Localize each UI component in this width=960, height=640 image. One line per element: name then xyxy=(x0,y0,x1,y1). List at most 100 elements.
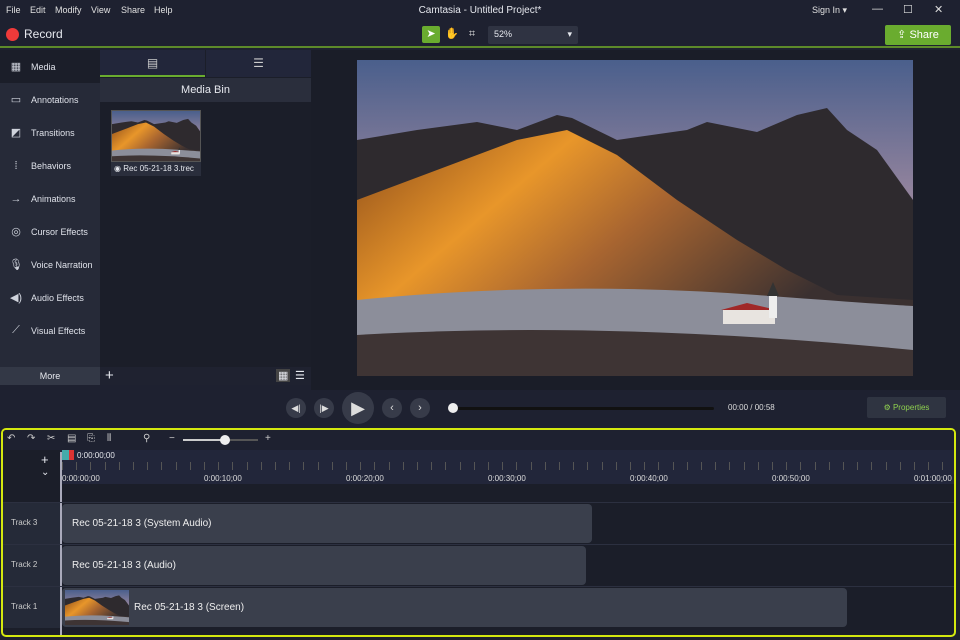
annotation-icon: ▭ xyxy=(10,94,22,106)
sidebar-item-transitions[interactable]: ◩ Transitions xyxy=(0,116,100,149)
collapse-tracks-button[interactable]: ⌄ xyxy=(41,467,49,478)
maximize-button[interactable]: ☐ xyxy=(903,3,913,16)
sidebar-item-audio-effects[interactable]: ◀) Audio Effects xyxy=(0,281,100,314)
select-tool-icon[interactable]: ➤ xyxy=(422,26,440,43)
zoom-slider-handle[interactable] xyxy=(220,435,230,445)
pan-tool-icon[interactable]: ✋ xyxy=(443,26,461,43)
tick-mark xyxy=(189,462,191,470)
tick-mark xyxy=(289,462,291,470)
redo-icon[interactable]: ↷ xyxy=(27,433,35,444)
tick-mark xyxy=(204,462,205,470)
tick-mark xyxy=(147,462,149,470)
tick-mark xyxy=(828,462,830,470)
sidebar-item-media[interactable]: ▦ Media xyxy=(0,50,100,83)
tick-mark xyxy=(118,462,120,470)
next-frame-button[interactable]: |▶ xyxy=(314,398,334,418)
tick-mark xyxy=(402,462,404,470)
track-3: Track 3 Rec 05-21-18 3 (System Audio) xyxy=(3,502,954,544)
list-view-icon[interactable]: ☰ xyxy=(295,369,305,382)
tick-mark xyxy=(800,462,802,470)
minimize-button[interactable]: — xyxy=(872,3,883,15)
tick-mark xyxy=(885,462,887,470)
sidebar-item-animations[interactable]: → Animations xyxy=(0,182,100,215)
add-track-button[interactable]: + xyxy=(41,452,49,467)
clip-audio[interactable]: Rec 05-21-18 3 (Audio) xyxy=(62,546,586,585)
grid-view-icon[interactable]: ▦ xyxy=(276,369,291,382)
sidebar-item-label: Transitions xyxy=(31,127,75,138)
previous-frame-button[interactable]: ◀| xyxy=(286,398,306,418)
canvas-image[interactable] xyxy=(357,60,913,376)
tab-library[interactable]: ☰ xyxy=(206,50,311,77)
clip-system-audio[interactable]: Rec 05-21-18 3 (System Audio) xyxy=(62,504,592,543)
playhead-marker xyxy=(69,450,74,460)
undo-icon[interactable]: ↶ xyxy=(7,433,15,444)
tick-mark xyxy=(459,462,461,470)
tick-mark xyxy=(644,462,646,470)
zoom-search-icon: ⚲ xyxy=(143,433,151,444)
sidebar-item-cursor-effects[interactable]: ◎ Cursor Effects xyxy=(0,215,100,248)
tick-mark xyxy=(346,462,347,470)
zoom-select[interactable]: 52% ▾ xyxy=(488,26,578,44)
previous-marker-button[interactable]: ‹ xyxy=(382,398,402,418)
timeline-zoom-slider[interactable] xyxy=(183,435,258,445)
tick-mark xyxy=(303,462,305,470)
tick-mark xyxy=(331,462,333,470)
tick-mark xyxy=(445,462,447,470)
sidebar-item-label: Visual Effects xyxy=(31,325,86,336)
timeline: ↶ ↷ ✂ ▤ ⎘ ⫴ ⚲ − + + ⌄ 0:00:00;00 0:00:00… xyxy=(1,428,956,637)
clip-screen[interactable]: Rec 05-21-18 3 (Screen) xyxy=(62,588,847,627)
sidebar-item-annotations[interactable]: ▭ Annotations xyxy=(0,83,100,116)
tick-mark xyxy=(133,462,134,470)
close-button[interactable]: ✕ xyxy=(934,3,943,16)
next-marker-button[interactable]: › xyxy=(410,398,430,418)
tab-media-bin[interactable]: ▤ xyxy=(100,50,205,77)
zoom-in-button[interactable]: + xyxy=(265,433,271,444)
tick-label: 0:00:00;00 xyxy=(62,474,100,483)
zoom-out-button[interactable]: − xyxy=(169,433,175,444)
sidebar-item-voice-narration[interactable]: 🎙 Voice Narration xyxy=(0,248,100,281)
media-thumbnail[interactable] xyxy=(111,110,201,162)
animation-icon: → xyxy=(10,192,22,205)
add-media-button[interactable]: + xyxy=(105,367,114,384)
media-item-caption: ◉ Rec 05-21-18 3.trec xyxy=(111,162,201,176)
tick-mark xyxy=(232,462,234,470)
sidebar: ▦ Media ▭ Annotations ◩ Transitions ⁞ Behavi… xyxy=(0,50,100,385)
sidebar-item-visual-effects[interactable]: ⟋ Visual Effects xyxy=(0,314,100,347)
tick-mark xyxy=(942,462,944,470)
tick-mark xyxy=(360,462,362,470)
properties-label: Properties xyxy=(892,403,930,412)
scrub-bar[interactable] xyxy=(452,407,714,410)
tick-mark xyxy=(914,462,915,470)
more-button[interactable]: More xyxy=(0,367,100,385)
time-ruler[interactable]: 0:00:00;00 0:00:00;00 0:00:10;00 0:00:20;0… xyxy=(60,450,954,484)
split-icon[interactable]: ⫴ xyxy=(107,433,111,444)
sidebar-item-label: Cursor Effects xyxy=(31,226,88,237)
tick-mark xyxy=(587,462,589,470)
tick-mark xyxy=(658,462,660,470)
copy-icon[interactable]: ▤ xyxy=(67,433,76,444)
tick-label: 0:01:00;00 xyxy=(914,474,952,483)
tick-mark xyxy=(757,462,759,470)
sidebar-item-behaviors[interactable]: ⁞ Behaviors xyxy=(0,149,100,182)
cut-icon[interactable]: ✂ xyxy=(47,433,55,444)
microphone-icon: 🎙 xyxy=(9,259,23,271)
record-button[interactable]: Record xyxy=(6,27,63,41)
media-bin-title: Media Bin xyxy=(100,78,311,102)
tick-label: 0:00:40;00 xyxy=(630,474,668,483)
record-label: Record xyxy=(24,27,63,41)
share-button[interactable]: ⇪ Share xyxy=(885,25,951,45)
track-2: Track 2 Rec 05-21-18 3 (Audio) xyxy=(3,544,954,586)
speaker-icon: ◀) xyxy=(9,292,23,304)
crop-tool-icon[interactable]: ⌗ xyxy=(463,26,481,43)
zoom-value: 52% xyxy=(494,29,513,39)
sign-in-button[interactable]: Sign In ▾ xyxy=(812,5,847,16)
properties-button[interactable]: ⚙ Properties xyxy=(867,397,946,418)
list-icon: ☰ xyxy=(253,56,264,70)
tick-mark xyxy=(317,462,319,470)
tick-label: 0:00:10;00 xyxy=(204,474,242,483)
play-button[interactable]: ▶ xyxy=(342,392,374,424)
paste-icon[interactable]: ⎘ xyxy=(87,433,95,444)
tick-mark xyxy=(743,462,745,470)
scrub-handle[interactable] xyxy=(448,403,458,413)
tick-mark xyxy=(417,462,418,470)
